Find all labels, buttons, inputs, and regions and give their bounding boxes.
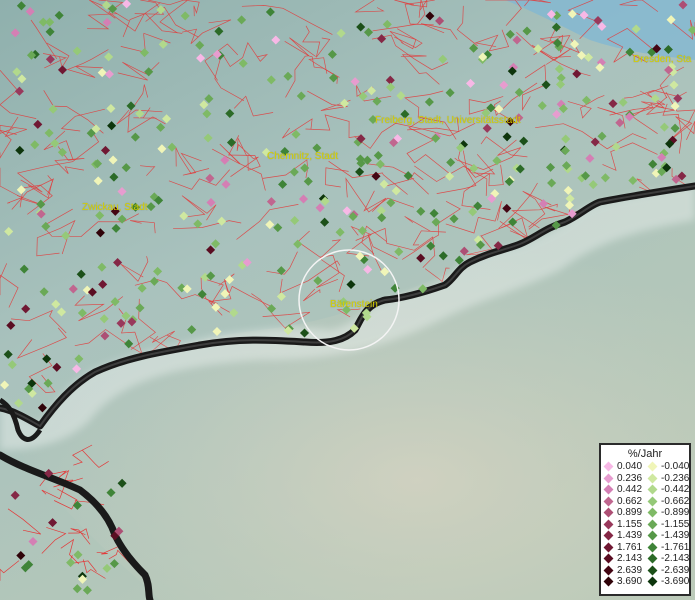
legend-row: 3.690 -3.690 <box>601 576 689 588</box>
legend-value-negative: -0.442 <box>661 484 690 495</box>
legend-row: 0.442 -0.442 <box>601 484 689 496</box>
legend-swatch-negative <box>647 576 658 587</box>
legend-value-negative: -1.761 <box>661 541 690 553</box>
legend-swatch-positive <box>603 576 614 587</box>
legend-row: 0.899 -0.899 <box>601 507 689 519</box>
label-zwickau: Zwickau, Stadt <box>82 202 148 213</box>
legend-swatch-positive <box>603 542 614 552</box>
legend-swatch-negative <box>647 530 658 541</box>
legend-swatch-negative <box>647 484 658 495</box>
legend-swatch-positive <box>603 565 614 575</box>
legend-value-positive: 2.143 <box>617 553 643 564</box>
legend-title: %/Jahr <box>627 448 663 460</box>
legend-swatch-positive <box>603 473 614 483</box>
legend-swatch-positive <box>603 461 614 472</box>
legend-row: 0.040 -0.040 <box>601 461 689 473</box>
legend-swatch-negative <box>647 507 658 518</box>
legend-row: 0.236 -0.236 <box>601 473 689 485</box>
legend-swatch-negative <box>647 461 658 472</box>
label-freiberg: Freiberg, Stadt, Universitätsstadt <box>375 115 521 126</box>
legend-value-negative: -0.899 <box>661 507 690 518</box>
legend-value-positive: 3.690 <box>617 576 643 587</box>
legend-rows: 0.040 -0.040 0.236 -0.236 0.442 -0.442 0.662 -0… <box>601 461 689 588</box>
legend-row: 2.143 -2.143 <box>601 553 689 565</box>
map-view[interactable]: Dresden, Sta Freiberg, Stadt, Universitä… <box>0 0 695 600</box>
legend-value-positive: 2.639 <box>617 564 643 576</box>
legend-swatch-positive <box>603 519 614 529</box>
label-dresden: Dresden, Sta <box>633 54 692 65</box>
legend-row: 1.439 -1.439 <box>601 530 689 542</box>
legend-value-positive: 1.761 <box>617 541 643 553</box>
legend-row: 2.639 -2.639 <box>601 565 689 577</box>
legend-row: 1.155 -1.155 <box>601 519 689 531</box>
legend-value-positive: 0.236 <box>617 472 643 484</box>
legend-swatch-negative <box>647 553 658 564</box>
legend-swatch-positive <box>603 553 614 564</box>
legend-value-positive: 0.899 <box>617 507 643 518</box>
legend-value-positive: 1.155 <box>617 518 643 530</box>
label-chemnitz: Chemnitz, Stadt <box>267 151 339 162</box>
legend-row: 0.662 -0.662 <box>601 496 689 508</box>
legend-swatch-negative <box>647 542 658 552</box>
legend-value-negative: -2.639 <box>661 564 690 576</box>
legend-value-negative: -1.439 <box>661 530 690 541</box>
legend-row: 1.761 -1.761 <box>601 542 689 554</box>
legend: %/Jahr 0.040 -0.040 0.236 -0.236 0.442 -0.442… <box>599 443 691 596</box>
legend-value-negative: -0.662 <box>661 495 690 507</box>
legend-swatch-negative <box>647 519 658 529</box>
legend-value-positive: 0.442 <box>617 484 643 495</box>
legend-swatch-negative <box>647 565 658 575</box>
legend-value-negative: -0.040 <box>661 461 690 472</box>
legend-swatch-negative <box>647 496 658 506</box>
legend-value-negative: -3.690 <box>661 576 690 587</box>
legend-swatch-negative <box>647 473 658 483</box>
label-baerenstein: Bärenstein <box>330 299 378 310</box>
legend-value-negative: -1.155 <box>661 518 690 530</box>
legend-value-negative: -2.143 <box>661 553 690 564</box>
legend-value-positive: 1.439 <box>617 530 643 541</box>
legend-swatch-positive <box>603 530 614 541</box>
legend-swatch-positive <box>603 484 614 495</box>
legend-value-positive: 0.040 <box>617 461 643 472</box>
legend-value-positive: 0.662 <box>617 495 643 507</box>
legend-swatch-positive <box>603 496 614 506</box>
legend-value-negative: -0.236 <box>661 472 690 484</box>
legend-swatch-positive <box>603 507 614 518</box>
